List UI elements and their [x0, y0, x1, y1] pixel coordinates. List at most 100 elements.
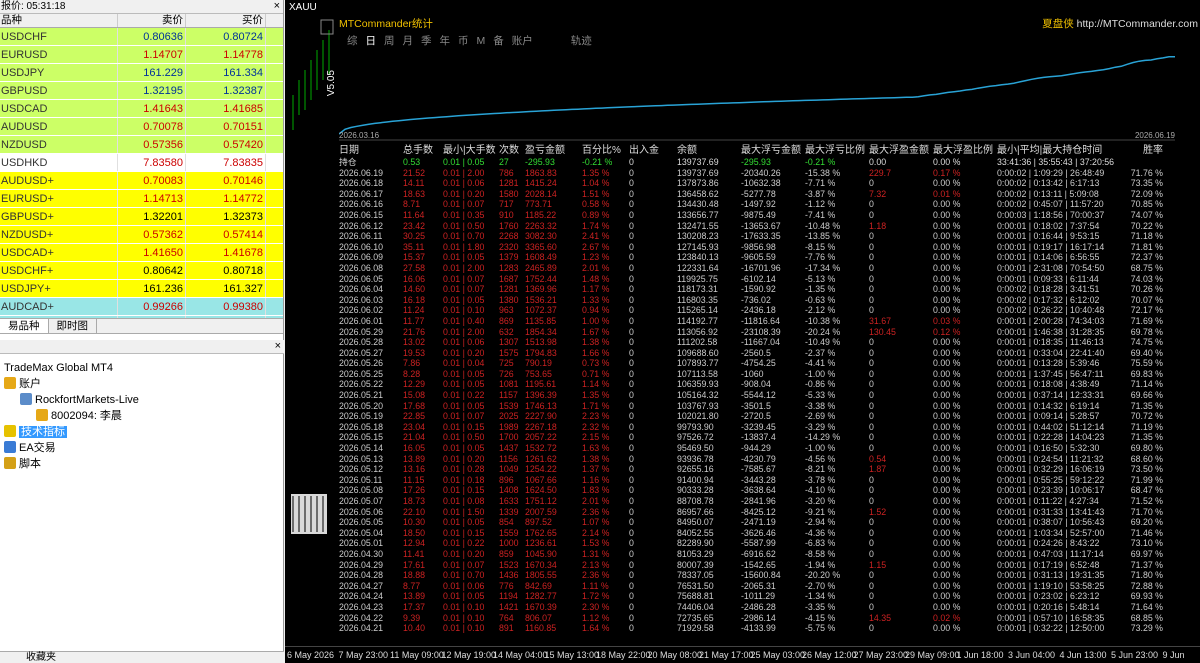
- table-cell: 31.67: [869, 315, 892, 326]
- table-cell: 7.32: [869, 188, 887, 199]
- table-cell: 0:00:01 | 0:16:50 | 5:32:30: [997, 443, 1100, 454]
- table-cell: 115265.14: [677, 305, 718, 316]
- table-cell: 10.40: [403, 623, 426, 634]
- symbol-header[interactable]: 品种: [0, 14, 118, 27]
- table-cell: -4.10 %: [805, 485, 836, 496]
- table-cell: 0.01 | 0.28: [443, 464, 485, 475]
- table-cell: 11.64: [403, 209, 425, 220]
- time-axis-label: 7 May 23:00: [338, 650, 389, 660]
- navigator-item[interactable]: 脚本: [0, 456, 284, 472]
- market-watch-row[interactable]: NZDUSD 0.57356 0.57420: [0, 136, 283, 154]
- table-cell: 1.00 %: [582, 315, 610, 326]
- market-watch-row[interactable]: AUDJPY+112.997113.168: [0, 316, 283, 318]
- table-cell: -4.15 %: [805, 612, 836, 623]
- stats-tab[interactable]: M: [477, 35, 486, 47]
- table-cell: 0: [629, 527, 634, 538]
- table-cell: 111202.58: [677, 337, 718, 348]
- market-watch-row[interactable]: USDCHF+ 0.80642 0.80718: [0, 262, 283, 280]
- symbol-cell: USDJPY+: [0, 280, 118, 297]
- market-watch-row[interactable]: AUDUSD 0.70078 0.70151: [0, 118, 283, 136]
- ask-header[interactable]: 买价: [186, 14, 266, 27]
- stats-tab[interactable]: 月: [403, 35, 414, 47]
- navigator-item[interactable]: EA交易: [0, 440, 284, 456]
- table-cell: 0: [629, 347, 634, 358]
- table-cell: -7.41 %: [805, 209, 836, 220]
- stats-tab[interactable]: 综: [347, 35, 358, 47]
- table-cell: -5277.78: [741, 188, 776, 199]
- stats-tab[interactable]: 账户: [512, 35, 533, 47]
- navigator-item[interactable]: 技术指标: [0, 424, 284, 440]
- table-cell: 1408: [499, 485, 519, 496]
- market-watch-row[interactable]: EURUSD+ 1.14713 1.14772: [0, 190, 283, 208]
- close-icon[interactable]: ×: [274, 0, 280, 13]
- navigator-item[interactable]: TradeMax Global MT4: [0, 360, 284, 376]
- table-cell: 70.72 %: [1130, 411, 1163, 422]
- navigator-item[interactable]: RockfortMarkets-Live: [0, 392, 284, 408]
- tab-tick-chart[interactable]: 即时图: [48, 319, 97, 333]
- bid-cell: 0.80642: [118, 262, 186, 279]
- market-watch-row[interactable]: AUDCAD+ 0.99266 0.99380: [0, 298, 283, 316]
- tab-favorites[interactable]: 收藏夹: [26, 652, 56, 663]
- table-cell: 2026.06.05: [339, 273, 384, 284]
- brand-url[interactable]: http://MTCommander.com: [1077, 18, 1198, 30]
- market-watch-row[interactable]: USDJPY+ 161.236 161.327: [0, 280, 283, 298]
- navigator-item[interactable]: 8002094: 李晨: [0, 408, 284, 424]
- market-watch-row[interactable]: USDCHF 0.80636 0.80724: [0, 28, 283, 46]
- navigator-item[interactable]: 账户: [0, 376, 284, 392]
- table-cell: 0: [869, 548, 874, 559]
- table-row: 2026.05.05 10.30 0.01 | 0.05 854 897.52 1.07 …: [339, 517, 1199, 528]
- stats-tab[interactable]: 日: [366, 35, 377, 47]
- chart-window[interactable]: XAUU V5.05 MTCommander统计 夏盘侠 http://MTCo…: [285, 0, 1200, 663]
- table-cell: 74.07 %: [1130, 209, 1163, 220]
- table-cell: 81053.29: [677, 548, 714, 559]
- table-cell: 0: [629, 538, 634, 549]
- market-watch-row[interactable]: GBPUSD+ 1.32201 1.32373: [0, 208, 283, 226]
- table-cell: 22.85: [403, 411, 426, 422]
- table-cell: 17.37: [403, 601, 426, 612]
- time-axis-label: 9 Jun 08:00: [1162, 650, 1185, 660]
- table-cell: -15.38 %: [805, 167, 841, 178]
- table-cell: 69.97 %: [1130, 548, 1163, 559]
- table-cell: -9875.49: [741, 209, 776, 220]
- table-cell: 0.01 | 0.05: [443, 157, 485, 167]
- table-cell: 910: [499, 209, 514, 220]
- market-watch-row[interactable]: USDCAD+ 1.41650 1.41678: [0, 244, 283, 262]
- table-cell: 726: [499, 368, 514, 379]
- table-cell: 90333.28: [677, 485, 714, 496]
- stats-tab[interactable]: 周: [384, 35, 395, 47]
- market-watch-row[interactable]: USDJPY 161.229 161.334: [0, 64, 283, 82]
- close-icon[interactable]: ×: [275, 340, 281, 353]
- table-cell: 2026.05.22: [339, 379, 384, 390]
- brand[interactable]: 夏盘侠 http://MTCommander.com: [1042, 16, 1198, 32]
- table-cell: 1437: [499, 443, 519, 454]
- symbol-cell: EURUSD: [0, 46, 118, 63]
- user-icon: [36, 409, 48, 421]
- market-watch-row[interactable]: GBPUSD 1.32195 1.32387: [0, 82, 283, 100]
- stats-tab[interactable]: 备: [493, 35, 504, 47]
- table-cell: 0: [869, 443, 874, 454]
- market-watch-row[interactable]: USDCAD 1.41643 1.41685: [0, 100, 283, 118]
- market-watch-row[interactable]: AUDUSD+ 0.70083 0.70146: [0, 172, 283, 190]
- stats-tab[interactable]: 年: [440, 35, 451, 47]
- time-axis-label: 21 May 17:00: [699, 650, 754, 660]
- table-cell: 0.01 | 2.00: [443, 167, 485, 178]
- table-cell: 最小|平均|最大持仓时间: [997, 145, 1103, 156]
- table-row: 2026.05.13 13.89 0.01 | 0.20 1156 1261.62 1.3…: [339, 454, 1199, 465]
- table-cell: 1.16 %: [582, 474, 610, 485]
- stats-tab[interactable]: 季: [421, 35, 432, 47]
- table-cell: 0: [869, 421, 874, 432]
- market-watch-row[interactable]: NZDUSD+ 0.57362 0.57414: [0, 226, 283, 244]
- stats-tab[interactable]: 轨迹: [571, 35, 592, 47]
- table-cell: 91400.94: [677, 474, 714, 485]
- table-cell: 18.73: [403, 496, 426, 506]
- table-cell: 69.93 %: [1130, 591, 1163, 602]
- tab-symbols[interactable]: 易品种: [0, 319, 49, 333]
- bid-header[interactable]: 卖价: [118, 14, 186, 27]
- table-cell: 2026.06.19: [339, 167, 384, 178]
- navigator-item-label: 8002094: 李晨: [51, 410, 122, 422]
- market-watch-row[interactable]: USDHKD 7.83580 7.83835: [0, 154, 283, 172]
- market-watch-row[interactable]: EURUSD 1.14707 1.14778: [0, 46, 283, 64]
- stats-tab[interactable]: 币: [458, 35, 469, 47]
- table-cell: 0.00 %: [933, 400, 961, 411]
- table-cell: 0.01 | 0.07: [443, 199, 485, 210]
